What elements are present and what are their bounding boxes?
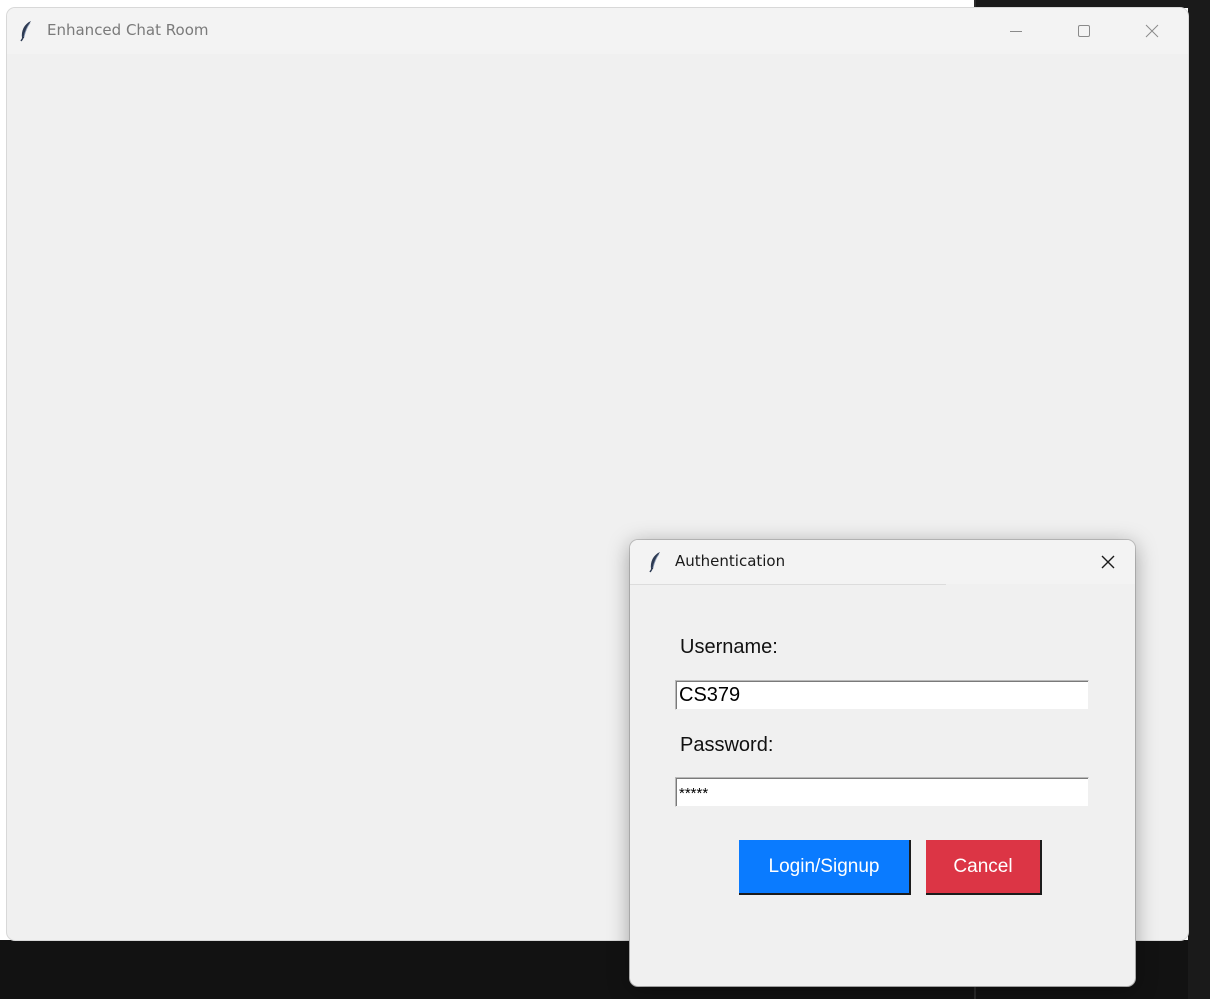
password-label: Password: — [680, 734, 774, 756]
maximize-icon — [1078, 25, 1090, 37]
username-input[interactable] — [675, 680, 1089, 710]
desktop-background-right — [1188, 0, 1210, 999]
feather-icon — [648, 551, 662, 573]
feather-icon — [19, 20, 33, 42]
authentication-dialog: Authentication Username: Password: Login… — [630, 540, 1135, 986]
cancel-button[interactable]: Cancel — [926, 840, 1042, 895]
dialog-title: Authentication — [675, 552, 786, 570]
close-icon — [1145, 24, 1159, 38]
dialog-titlebar[interactable]: Authentication — [630, 540, 1135, 584]
minimize-icon — [1010, 31, 1022, 32]
window-title: Enhanced Chat Room — [47, 21, 209, 39]
background-window-strip — [976, 0, 1210, 8]
login-signup-button[interactable]: Login/Signup — [739, 840, 911, 895]
username-label: Username: — [680, 636, 778, 658]
password-input[interactable] — [675, 777, 1089, 807]
maximize-button[interactable] — [1050, 8, 1118, 54]
minimize-button[interactable] — [982, 8, 1050, 54]
close-button[interactable] — [1118, 8, 1186, 54]
close-icon — [1101, 555, 1115, 569]
dialog-close-button[interactable] — [1094, 550, 1122, 574]
dialog-divider — [630, 584, 946, 585]
main-titlebar[interactable]: Enhanced Chat Room — [7, 8, 1188, 54]
